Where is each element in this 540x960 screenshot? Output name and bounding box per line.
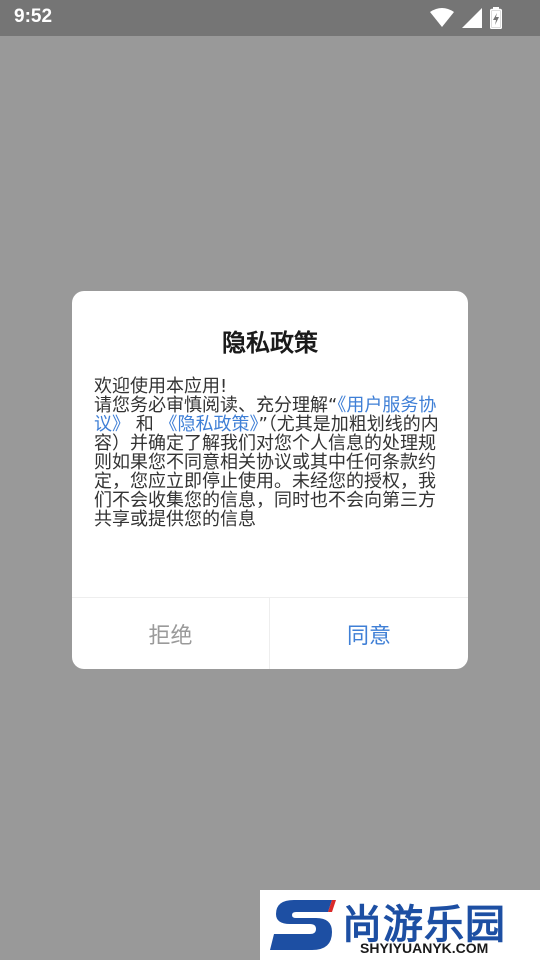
signal-icon: [462, 8, 482, 28]
agree-button[interactable]: 同意: [270, 598, 468, 669]
status-icons: [430, 7, 502, 29]
and-text: 和: [135, 414, 154, 435]
policy-paragraph: 请您务必审慎阅读、充分理解“《用户服务协议》 和 《隐私政策》”（尤其是加粗划线…: [94, 396, 448, 529]
status-time: 9:52: [14, 6, 53, 27]
dialog-body: 欢迎使用本应用! 请您务必审慎阅读、充分理解“《用户服务协议》 和 《隐私政策》…: [94, 377, 448, 529]
intro-text: 请您务必审慎阅读、充分理解“: [94, 395, 338, 416]
brand-logo-icon: [270, 896, 336, 958]
battery-charging-icon: [490, 7, 502, 29]
status-bar: 9:52: [0, 0, 540, 36]
reject-button[interactable]: 拒绝: [72, 598, 269, 669]
wifi-icon: [430, 8, 454, 28]
privacy-link[interactable]: 《隐私政策》: [159, 414, 258, 435]
watermark: 尚游乐园 SHYIYUANYK.COM: [260, 890, 540, 960]
privacy-dialog: 隐私政策 欢迎使用本应用! 请您务必审慎阅读、充分理解“《用户服务协议》 和 《…: [72, 291, 468, 669]
dialog-title: 隐私政策: [222, 329, 318, 357]
welcome-text: 欢迎使用本应用!: [94, 376, 228, 397]
watermark-url: SHYIYUANYK.COM: [360, 940, 489, 956]
